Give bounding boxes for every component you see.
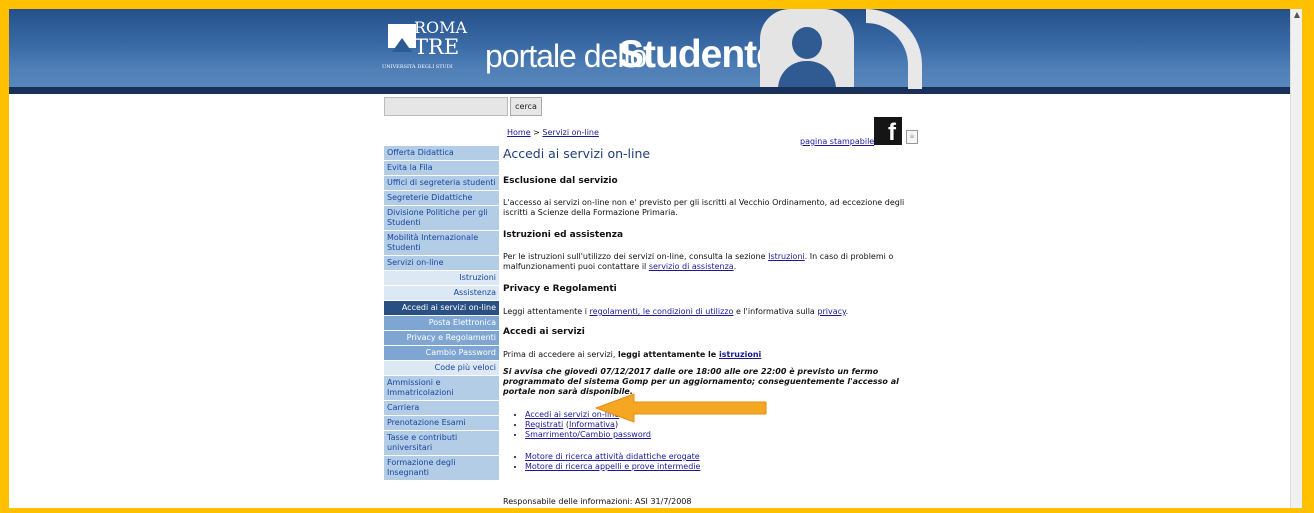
avatar-head [792,27,822,59]
sidebar-item-mobilita-internazionale[interactable]: Mobilità Internazionale Studenti [384,231,499,256]
avatar-body [778,61,836,87]
breadcrumb: Home > Servizi on-line [507,128,599,137]
list-item: Motore di ricerca appelli e prove interm… [525,462,700,472]
search-input[interactable] [384,97,508,116]
sidebar-item-offerta-didattica[interactable]: Offerta Didattica [384,146,499,161]
sidebar-subitem-privacy-regolamenti[interactable]: Privacy e Regolamenti [384,331,499,346]
header-divider [9,87,1290,94]
highlight-frame-right [1302,0,1314,513]
sidebar-item-carriera[interactable]: Carriera [384,401,499,416]
vertical-scrollbar[interactable]: ▲ [1290,9,1302,508]
section-text-esclusione: L'accesso ai servizi on-line non e' prev… [503,198,905,217]
sidebar-item-tasse-contributi[interactable]: Tasse e contributi universitari [384,431,499,456]
privacy-link[interactable]: privacy [817,307,845,316]
print-page-link[interactable]: pagina stampabile [800,137,874,146]
motore-attivita-link[interactable]: Motore di ricerca attività didattiche er… [525,452,700,461]
sidebar-subitem-cambio-password[interactable]: Cambio Password [384,346,499,361]
text-fragment: leggi attentamente le [618,350,719,359]
text-fragment: Per le istruzioni sull'utilizzo dei serv… [503,252,769,261]
text-fragment: Prima di accedere ai servizi, [503,350,618,359]
istruzioni-bold-link[interactable]: istruzioni [719,350,761,359]
student-avatar-icon [760,9,854,87]
breadcrumb-home-link[interactable]: Home [507,128,531,137]
list-item: Smarrimento/Cambio password [525,430,651,440]
text-fragment: Leggi attentamente i [503,307,590,316]
smarrimento-password-link[interactable]: Smarrimento/Cambio password [525,430,651,439]
highlight-arrow-icon [594,393,767,423]
regolamenti-link[interactable]: regolamenti, le condizioni di utilizzo [590,307,734,316]
sidebar-subitem-posta-elettronica[interactable]: Posta Elettronica [384,316,499,331]
search-button[interactable]: cerca [510,97,542,116]
logo-tre-text: TRE [414,35,460,59]
section-heading-accedi: Accedi ai servizi [503,327,585,337]
sidebar-subitem-istruzioni[interactable]: Istruzioni [384,271,499,286]
sidebar-item-formazione-insegnanti[interactable]: Formazione degli Insegnanti [384,456,499,481]
roma-tre-logo[interactable]: ROMA TRE UNIVERSITÀ DEGLI STUDI [378,12,482,82]
sidebar-subitem-assistenza[interactable]: Assistenza [384,286,499,301]
sidebar-subitem-code-piu-veloci[interactable]: Code più veloci [384,361,499,376]
text-fragment: e l'informativa sulla [733,307,818,316]
registrati-link[interactable]: Registrati [525,420,563,429]
section-heading-privacy: Privacy e Regolamenti [503,284,617,294]
istruzioni-link[interactable]: Istruzioni [768,252,805,261]
sidebar-item-servizi-online[interactable]: Servizi on-line [384,256,499,271]
breadcrumb-separator: > [533,128,540,137]
site-title-studente: Studente [618,33,778,76]
text-fragment: . [733,262,737,271]
section-heading-esclusione: Esclusione dal servizio [503,176,618,186]
sidebar-item-prenotazione-esami[interactable]: Prenotazione Esami [384,416,499,431]
section-heading-istruzioni: Istruzioni ed assistenza [503,230,624,240]
sidebar-subitem-accedi-active[interactable]: Accedi ai servizi on-line [384,301,499,316]
sidebar-item-segreterie-didattiche[interactable]: Segreterie Didattiche [384,191,499,206]
page-footer: Responsabile delle informazioni: ASI 31/… [503,497,692,506]
sidebar-item-divisione-politiche[interactable]: Divisione Politiche per gli Studenti [384,206,499,231]
servizio-assistenza-link[interactable]: servizio di assistenza [649,262,734,271]
sidebar-menu: Offerta Didattica Evita la Fila Uffici d… [384,146,499,481]
page-title: Accedi ai servizi on-line [503,146,651,161]
logo-university-text: UNIVERSITÀ DEGLI STUDI [382,64,453,70]
breadcrumb-current-link[interactable]: Servizi on-line [542,128,599,137]
document-icon[interactable]: ≡ [906,130,918,144]
highlight-frame-left [0,0,9,513]
highlight-frame-bottom [0,508,1314,513]
logo-triangle-icon [392,38,412,52]
motore-appelli-link[interactable]: Motore di ricerca appelli e prove interm… [525,462,700,471]
text-fragment: . [845,307,849,316]
facebook-icon[interactable]: f [874,117,902,146]
section-text-privacy: Leggi attentamente i regolamenti, le con… [503,307,913,317]
section-text-accedi: Prima di accedere ai servizi, leggi atte… [503,350,913,360]
section-text-istruzioni: Per le istruzioni sull'utilizzo dei serv… [503,252,913,272]
sidebar-item-ammissioni[interactable]: Ammissioni e Immatricolazioni [384,376,499,401]
scroll-up-icon[interactable]: ▲ [1291,9,1303,21]
sidebar-item-evita-la-fila[interactable]: Evita la Fila [384,161,499,176]
sidebar-item-uffici-segreteria[interactable]: Uffici di segreteria studenti [384,176,499,191]
search-links-list: Motore di ricerca attività didattiche er… [521,452,700,472]
list-item: Motore di ricerca attività didattiche er… [525,452,700,462]
highlight-frame-top [0,0,1314,9]
